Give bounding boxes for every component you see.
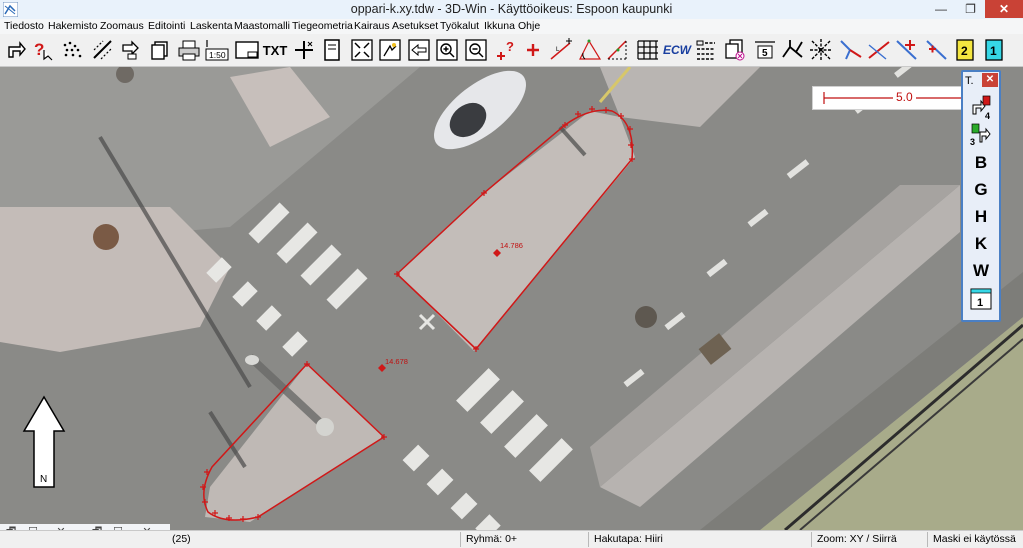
- point-cloud-icon[interactable]: [60, 36, 86, 64]
- edit-points-icon[interactable]: [90, 36, 116, 64]
- status-separator: [927, 532, 928, 547]
- menu-tyokalut[interactable]: Työkalut: [440, 20, 479, 32]
- menu-zoomaus[interactable]: Zoomaus: [100, 20, 144, 32]
- status-separator: [460, 532, 461, 547]
- status-mask: Maski ei käytössä: [933, 533, 1016, 545]
- palette-h-button[interactable]: H: [965, 204, 997, 230]
- menu-asetukset[interactable]: Asetukset: [392, 20, 438, 32]
- add-node-icon[interactable]: [894, 36, 920, 64]
- scale-value: 5.0: [893, 90, 916, 104]
- remove-layer-icon[interactable]: [722, 36, 748, 64]
- add-vertex-icon[interactable]: [924, 36, 950, 64]
- polyline-red-icon[interactable]: [866, 36, 892, 64]
- cross-cursor-icon[interactable]: [291, 36, 317, 64]
- move-arrow-icon[interactable]: [118, 36, 144, 64]
- menu-tiedosto[interactable]: Tiedosto: [4, 20, 44, 32]
- rotate-down-icon[interactable]: 3: [965, 122, 997, 148]
- select-arrow-icon[interactable]: [4, 36, 30, 64]
- status-group: Ryhmä: 0+: [466, 533, 518, 545]
- zoom-extents-icon[interactable]: [349, 36, 375, 64]
- title-bar: oppari-k.xy.tdw - 3D-Win - Käyttöoikeus:…: [0, 0, 1023, 20]
- copy-icon[interactable]: [148, 36, 174, 64]
- layer-one-icon[interactable]: 1: [965, 286, 997, 312]
- menu-tiegeometria[interactable]: Tiegeometria: [292, 20, 353, 32]
- rotate-up-icon[interactable]: 4: [965, 94, 997, 121]
- info-point-icon[interactable]: ?: [493, 36, 519, 64]
- map-view[interactable]: 14.786 14.678 N 5.0: [0, 67, 1023, 530]
- zoom-in-icon[interactable]: [434, 36, 460, 64]
- palette-k-button[interactable]: K: [965, 231, 997, 257]
- svg-text:1: 1: [977, 297, 983, 309]
- palette-g-button[interactable]: G: [965, 177, 997, 203]
- status-cell-1: (25): [172, 533, 191, 545]
- aerial-map: [0, 67, 1023, 530]
- svg-text:1: 1: [990, 44, 997, 58]
- palette-w-button[interactable]: W: [965, 258, 997, 284]
- north-label: N: [40, 474, 48, 485]
- palette-b-button[interactable]: B: [965, 150, 997, 176]
- triangulation-icon[interactable]: [808, 36, 834, 64]
- add-point-icon[interactable]: [520, 36, 546, 64]
- svg-text:?: ?: [506, 39, 514, 54]
- menu-maastomalli[interactable]: Maastomalli: [234, 20, 290, 32]
- grid-icon[interactable]: [635, 36, 661, 64]
- svg-text:3: 3: [970, 137, 975, 147]
- menu-ohje[interactable]: Ohje: [518, 20, 540, 32]
- svg-text:?: ?: [34, 40, 44, 59]
- page-icon[interactable]: [319, 36, 345, 64]
- layers-icon[interactable]: [693, 36, 719, 64]
- menu-kairaus[interactable]: Kairaus: [354, 20, 390, 32]
- menu-hakemisto[interactable]: Hakemisto: [48, 20, 98, 32]
- toolbar: ? 1:50 TXT ? L ECW 5 2 1: [0, 34, 1023, 67]
- zoom-out-icon[interactable]: [463, 36, 489, 64]
- zoom-previous-icon[interactable]: [406, 36, 432, 64]
- svg-text:5: 5: [762, 48, 768, 59]
- number-1-icon[interactable]: 1: [981, 36, 1007, 64]
- angle-icon[interactable]: [577, 36, 603, 64]
- number-2-icon[interactable]: 2: [952, 36, 978, 64]
- maximize-button[interactable]: ❐: [957, 0, 984, 18]
- scale-150-icon[interactable]: 1:50: [204, 36, 230, 64]
- menu-ikkuna[interactable]: Ikkuna: [484, 20, 515, 32]
- number-5-icon[interactable]: 5: [752, 36, 778, 64]
- pan-icon[interactable]: [377, 36, 403, 64]
- network-icon[interactable]: [780, 36, 806, 64]
- drawing-sheet-icon[interactable]: [234, 36, 260, 64]
- menu-bar: Tiedosto Hakemisto Zoomaus Editointi Las…: [0, 19, 1023, 34]
- window-title: oppari-k.xy.tdw - 3D-Win - Käyttöoikeus:…: [350, 2, 673, 16]
- minimize-button[interactable]: —: [928, 0, 954, 18]
- slope-icon[interactable]: [605, 36, 631, 64]
- ecw-icon[interactable]: ECW: [663, 36, 691, 64]
- status-zoom-mode: Zoom: XY / Siirrä: [817, 533, 897, 545]
- palette-title: T.: [965, 75, 974, 87]
- polyline-blue-icon[interactable]: [838, 36, 864, 64]
- svg-text:1:50: 1:50: [209, 50, 226, 60]
- point-label-2: 14.678: [385, 357, 408, 366]
- print-icon[interactable]: [176, 36, 202, 64]
- help-query-icon[interactable]: ?: [31, 36, 57, 64]
- point-label-1: 14.786: [500, 241, 523, 250]
- svg-text:4: 4: [985, 111, 990, 120]
- svg-text:2: 2: [961, 44, 968, 58]
- text-tool-icon[interactable]: TXT: [262, 36, 288, 64]
- tool-palette: T. ✕ 4 3 B G H K W 1: [961, 70, 1001, 322]
- status-separator: [588, 532, 589, 547]
- menu-laskenta[interactable]: Laskenta: [190, 20, 233, 32]
- menu-editointi[interactable]: Editointi: [148, 20, 185, 32]
- scale-bar: 5.0: [812, 86, 966, 110]
- status-separator: [811, 532, 812, 547]
- palette-close-button[interactable]: ✕: [982, 73, 998, 87]
- measure-line-icon[interactable]: L: [548, 36, 574, 64]
- status-search-mode: Hakutapa: Hiiri: [594, 533, 663, 545]
- status-bar: (25) Ryhmä: 0+ Hakutapa: Hiiri Zoom: XY …: [0, 530, 1023, 548]
- close-button[interactable]: ✕: [985, 0, 1023, 18]
